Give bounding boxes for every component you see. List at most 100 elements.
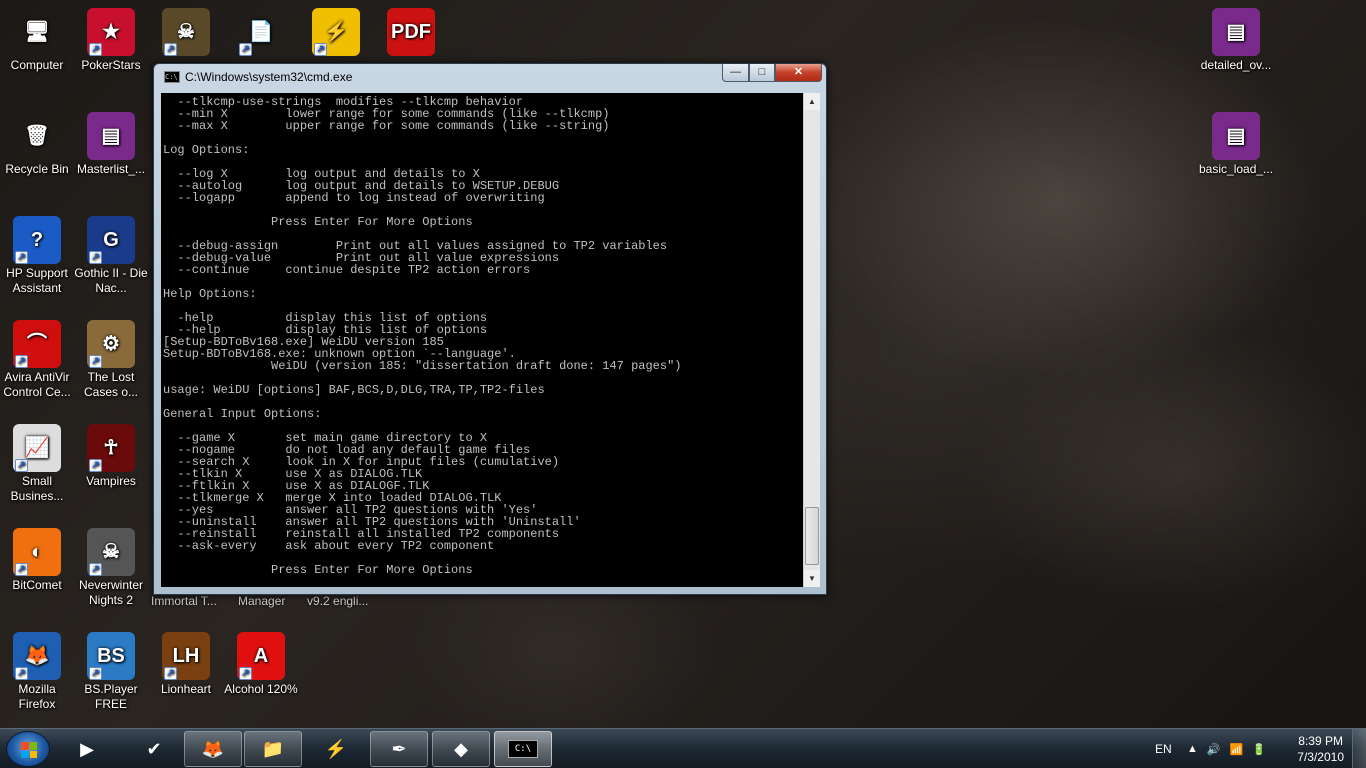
desktop-icon[interactable]: 📈 ↗ Small Busines... (0, 424, 74, 504)
shortcut-arrow-icon: ↗ (89, 459, 102, 472)
desktop-icon-label: Alcohol 120% (224, 682, 298, 696)
desktop-icon[interactable]: ⚡ ↗ (299, 8, 373, 58)
desktop-icon[interactable]: ⚙ ↗ The Lost Cases o... (74, 320, 148, 400)
windows-logo-icon (21, 742, 37, 758)
desktop-icon[interactable]: ? ↗ HP Support Assistant (0, 216, 74, 296)
clock-time: 8:39 PM (1298, 734, 1343, 748)
desktop-icon[interactable]: LH ↗ Lionheart (149, 632, 223, 697)
desktop-icon-label: HP Support Assistant (6, 266, 68, 295)
shortcut-arrow-icon: ↗ (15, 563, 28, 576)
cmd-window[interactable]: C:\ C:\Windows\system32\cmd.exe — □ ✕ --… (153, 63, 827, 595)
desktop-icon[interactable]: PDF (374, 8, 448, 58)
desktop-icon[interactable]: 🗑 Recycle Bin (0, 112, 74, 177)
app-icon: ⌒ ↗ (13, 320, 61, 368)
desktop-icon-label: Vampires (86, 474, 136, 488)
shortcut-arrow-icon: ↗ (15, 667, 28, 680)
desktop-icon[interactable]: A ↗ Alcohol 120% (224, 632, 298, 697)
scroll-down-arrow-icon[interactable]: ▼ (804, 570, 820, 587)
shortcut-arrow-icon: ↗ (15, 459, 28, 472)
desktop-icon[interactable]: ☠ ↗ Neverwinter Nights 2 (74, 528, 148, 608)
app-icon: ▤ (1212, 112, 1260, 160)
desktop-icon[interactable]: ☠ ↗ (149, 8, 223, 58)
scroll-up-arrow-icon[interactable]: ▲ (804, 93, 820, 110)
desktop-icon-label: PokerStars (81, 58, 141, 72)
show-desktop-button[interactable] (1352, 729, 1366, 768)
start-button[interactable] (6, 731, 50, 767)
adobe-reader-button[interactable]: ✒ (370, 731, 428, 767)
shortcut-arrow-icon: ↗ (89, 43, 102, 56)
scroll-thumb[interactable] (805, 507, 819, 565)
shortcut-arrow-icon: ↗ (164, 667, 177, 680)
minimize-button[interactable]: — (722, 64, 749, 82)
desktop-icon[interactable]: BS ↗ BS.Player FREE (74, 632, 148, 712)
explorer-icon: 📁 (261, 738, 285, 759)
media-player-button[interactable]: ▶ (58, 731, 116, 767)
desktop-icon[interactable]: G ↗ Gothic II - Die Nac... (74, 216, 148, 296)
app-icon: 📈 ↗ (13, 424, 61, 472)
console-text: --tlkcmp-use-strings modifies --tlkcmp b… (163, 95, 682, 577)
app-icon: ▤ (87, 112, 135, 160)
desktop-icon-label: Lionheart (160, 682, 212, 696)
maximize-button[interactable]: □ (749, 64, 775, 82)
desktop-icon[interactable]: ★ ↗ PokerStars (74, 8, 148, 73)
check-app-button[interactable]: ✔ (125, 731, 183, 767)
notes-button[interactable]: ◆ (432, 731, 490, 767)
firefox-button[interactable]: 🦊 (184, 731, 242, 767)
shortcut-arrow-icon: ↗ (89, 667, 102, 680)
shortcut-arrow-icon: ↗ (239, 667, 252, 680)
volume-icon[interactable]: 🔊 (1207, 743, 1221, 756)
shortcut-arrow-icon: ↗ (89, 563, 102, 576)
desktop-icon-label: BS.Player FREE (84, 682, 138, 711)
window-title: C:\Windows\system32\cmd.exe (185, 70, 353, 84)
app-icon: ☥ ↗ (87, 424, 135, 472)
desktop-icon-label: detailed_ov... (1200, 58, 1272, 72)
shortcut-arrow-icon: ↗ (15, 251, 28, 264)
desktop-icon-label: Small Busines... (10, 474, 64, 503)
behind-label-3: v9.2 engli... (307, 594, 369, 608)
app-icon: ★ ↗ (87, 8, 135, 56)
app-icon: BS ↗ (87, 632, 135, 680)
battery-icon[interactable]: 🔋 (1252, 743, 1266, 756)
desktop-icon-label: Recycle Bin (5, 162, 69, 176)
media-player-icon: ▶ (80, 738, 94, 759)
desktop-icon[interactable]: 🦊 ↗ Mozilla Firefox (0, 632, 74, 712)
notes-icon: ◆ (454, 738, 468, 759)
desktop-icon[interactable]: ☥ ↗ Vampires (74, 424, 148, 489)
app-icon: ▤ (1212, 8, 1260, 56)
console-output[interactable]: --tlkcmp-use-strings modifies --tlkcmp b… (161, 93, 803, 587)
behind-label-2: Manager (238, 594, 286, 608)
shortcut-arrow-icon: ↗ (89, 251, 102, 264)
adobe-reader-icon: ✒ (391, 738, 407, 759)
app-icon: 🗑 (24, 124, 50, 147)
desktop-icon[interactable]: 📄 ↗ (224, 8, 298, 58)
desktop-icon[interactable]: ⌒ ↗ Avira AntiVir Control Ce... (0, 320, 74, 400)
app-icon: G ↗ (87, 216, 135, 264)
desktop-icon-label: BitComet (12, 578, 62, 592)
desktop-icon[interactable]: ◐ ↗ BitComet (0, 528, 74, 593)
show-hidden-icons-icon[interactable]: ▲ (1187, 743, 1198, 755)
app-icon: ☠ ↗ (87, 528, 135, 576)
app-icon: 🖥 (24, 20, 50, 43)
desktop-icon-label: The Lost Cases o... (83, 370, 139, 399)
desktop-icon[interactable]: ▤ detailed_ov... (1199, 8, 1273, 73)
desktop-icon-label: basic_load_... (1199, 162, 1274, 176)
desktop-icon[interactable]: ▤ Masterlist_... (74, 112, 148, 177)
desktop-icon-label: Mozilla Firefox (18, 682, 56, 711)
app-icon: A ↗ (237, 632, 285, 680)
desktop-icon[interactable]: ▤ basic_load_... (1199, 112, 1273, 177)
cmd-icon: C:\ (164, 71, 180, 83)
language-label: EN (1155, 742, 1172, 756)
app-icon: ☠ ↗ (162, 8, 210, 56)
close-button[interactable]: ✕ (775, 64, 822, 82)
winamp-button[interactable]: ⚡ (307, 731, 365, 767)
network-icon[interactable]: 📶 (1230, 743, 1244, 756)
desktop-icon[interactable]: 🖥 Computer (0, 8, 74, 73)
app-icon: 🦊 ↗ (13, 632, 61, 680)
explorer-button[interactable]: 📁 (244, 731, 302, 767)
clock[interactable]: 8:39 PM 7/3/2010 (1297, 733, 1344, 765)
window-title-bar[interactable]: C:\ C:\Windows\system32\cmd.exe (164, 70, 352, 84)
cmd-button[interactable]: C:\ (494, 731, 552, 767)
desktop-icon-label: Gothic II - Die Nac... (74, 266, 148, 295)
language-indicator[interactable]: EN (1155, 729, 1172, 768)
vertical-scrollbar[interactable]: ▲ ▼ (803, 93, 820, 587)
